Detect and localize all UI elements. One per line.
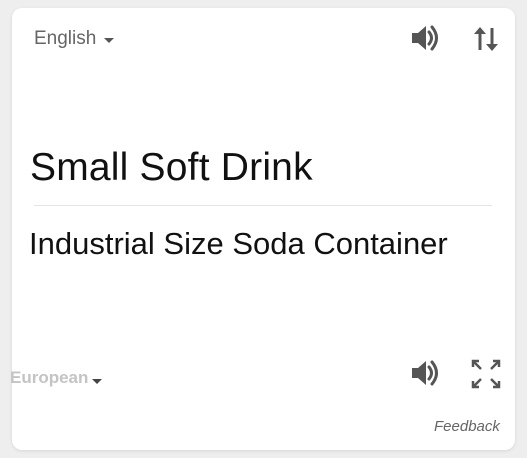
translation-card: English Small Soft Drink Industrial Size…	[10, 8, 515, 450]
swap-languages-button[interactable]	[472, 24, 500, 54]
expand-button[interactable]	[470, 358, 502, 390]
target-language-selector[interactable]: European	[10, 368, 103, 388]
expand-icon	[471, 359, 501, 389]
speaker-icon	[412, 360, 438, 386]
source-listen-button[interactable]	[410, 23, 442, 53]
translated-text: Industrial Size Soda Container	[29, 226, 448, 261]
source-language-selector[interactable]: English	[34, 28, 115, 50]
caret-down-icon	[104, 38, 115, 43]
target-language-label: European	[10, 368, 89, 387]
feedback-link[interactable]: Feedback	[434, 418, 500, 435]
divider	[34, 205, 492, 206]
target-listen-button[interactable]	[410, 358, 442, 388]
swap-arrows-icon	[474, 27, 498, 51]
source-text: Small Soft Drink	[30, 146, 313, 189]
caret-down-icon	[92, 378, 103, 384]
speaker-icon	[412, 25, 438, 51]
source-language-label: English	[34, 28, 97, 49]
